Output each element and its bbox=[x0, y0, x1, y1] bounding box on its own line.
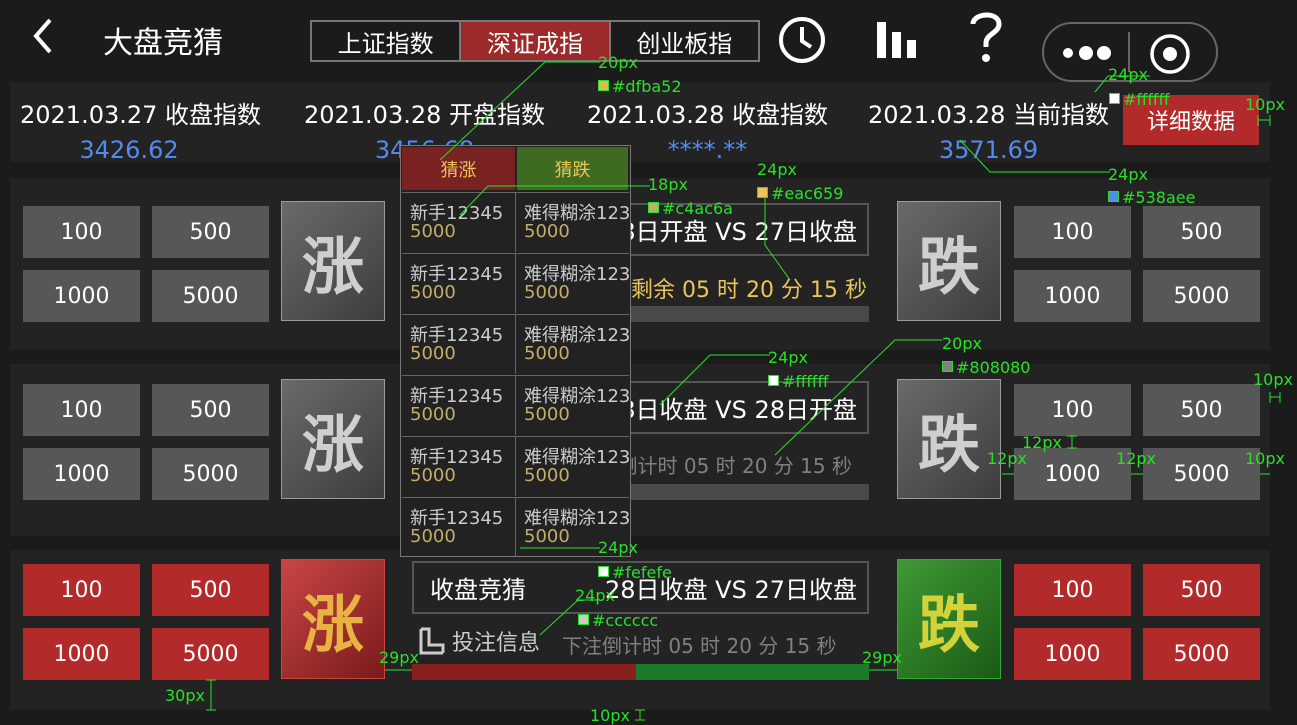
annotation-color: #808080 bbox=[956, 358, 1031, 377]
annotation-label: 29px bbox=[379, 648, 419, 667]
annotation-label: 10px bbox=[590, 706, 630, 725]
annotation-label: 24px bbox=[598, 538, 638, 557]
annotation-color: #fefefe bbox=[612, 563, 672, 582]
annotation-label: #808080 bbox=[942, 358, 1030, 377]
annotation-label: 24px bbox=[1108, 165, 1148, 184]
annotation-label: 10px bbox=[1245, 95, 1285, 114]
annotation-color: #ffffff bbox=[782, 372, 829, 391]
annotation-label: 30px bbox=[165, 686, 205, 705]
annotation-label: 20px bbox=[598, 53, 638, 72]
annotation-label: 18px bbox=[648, 175, 688, 194]
annotation-label: #dfba52 bbox=[598, 77, 682, 96]
annotation-label: #cccccc bbox=[578, 611, 658, 630]
annotation-label: #538aee bbox=[1108, 188, 1195, 207]
annotation-label: 12px bbox=[987, 449, 1027, 468]
annotation-label: 10px bbox=[1245, 449, 1285, 468]
annotation-label: 12px bbox=[1022, 433, 1062, 452]
annotation-label: 24px bbox=[575, 586, 615, 605]
annotation-label: 24px bbox=[757, 160, 797, 179]
annotation-label: #c4ac6a bbox=[648, 199, 733, 218]
annotation-label: #fefefe bbox=[598, 563, 672, 582]
annotation-label: #eac659 bbox=[757, 184, 843, 203]
annotation-label: #ffffff bbox=[1109, 90, 1169, 109]
annotation-color: #dfba52 bbox=[612, 77, 682, 96]
annotation-color: #cccccc bbox=[592, 611, 659, 630]
annotation-color: #ffffff bbox=[1123, 90, 1170, 109]
annotation-label: 24px bbox=[1108, 65, 1148, 84]
annotation-label: #ffffff bbox=[768, 372, 828, 391]
annotation-label: 10px bbox=[1253, 370, 1293, 389]
annotation-label: 20px bbox=[942, 334, 982, 353]
annotation-label: 29px bbox=[862, 648, 902, 667]
annotation-color: #c4ac6a bbox=[662, 199, 733, 218]
annotation-label: 24px bbox=[768, 348, 808, 367]
annotation-label: 12px bbox=[1116, 449, 1156, 468]
annotation-color: #538aee bbox=[1122, 188, 1196, 207]
annotation-color: #eac659 bbox=[771, 184, 844, 203]
